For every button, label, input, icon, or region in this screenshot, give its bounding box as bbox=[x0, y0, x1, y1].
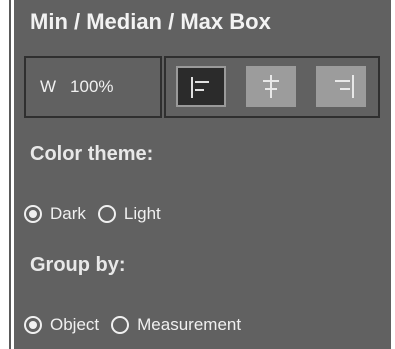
radio-measurement-label[interactable]: Measurement bbox=[137, 315, 241, 335]
settings-panel: Min / Median / Max Box W 100% Color them… bbox=[14, 0, 391, 349]
color-theme-label: Color theme: bbox=[30, 143, 154, 165]
radio-object-label[interactable]: Object bbox=[50, 315, 99, 335]
align-right-icon bbox=[335, 75, 354, 98]
width-value[interactable]: 100% bbox=[70, 77, 113, 97]
radio-light[interactable] bbox=[97, 205, 116, 223]
width-field[interactable]: W 100% bbox=[24, 56, 162, 118]
align-left-icon bbox=[191, 77, 209, 98]
color-theme-options: Dark Light bbox=[24, 204, 161, 224]
radio-light-label[interactable]: Light bbox=[124, 204, 161, 224]
align-center-button[interactable] bbox=[246, 66, 296, 107]
alignment-group bbox=[164, 56, 380, 118]
group-by-options: Object Measurement bbox=[24, 315, 241, 335]
right-edge bbox=[391, 0, 395, 349]
align-center-icon bbox=[263, 75, 279, 98]
radio-object[interactable] bbox=[24, 316, 42, 334]
radio-dark[interactable] bbox=[24, 205, 42, 223]
panel-title: Min / Median / Max Box bbox=[30, 9, 271, 34]
width-label: W bbox=[40, 77, 57, 96]
radio-dark-label[interactable]: Dark bbox=[50, 204, 86, 224]
radio-measurement[interactable] bbox=[111, 316, 130, 334]
align-left-button[interactable] bbox=[176, 66, 226, 107]
left-edge bbox=[0, 0, 14, 349]
left-divider bbox=[9, 0, 11, 349]
align-right-button[interactable] bbox=[316, 66, 366, 107]
group-by-label: Group by: bbox=[30, 254, 126, 276]
